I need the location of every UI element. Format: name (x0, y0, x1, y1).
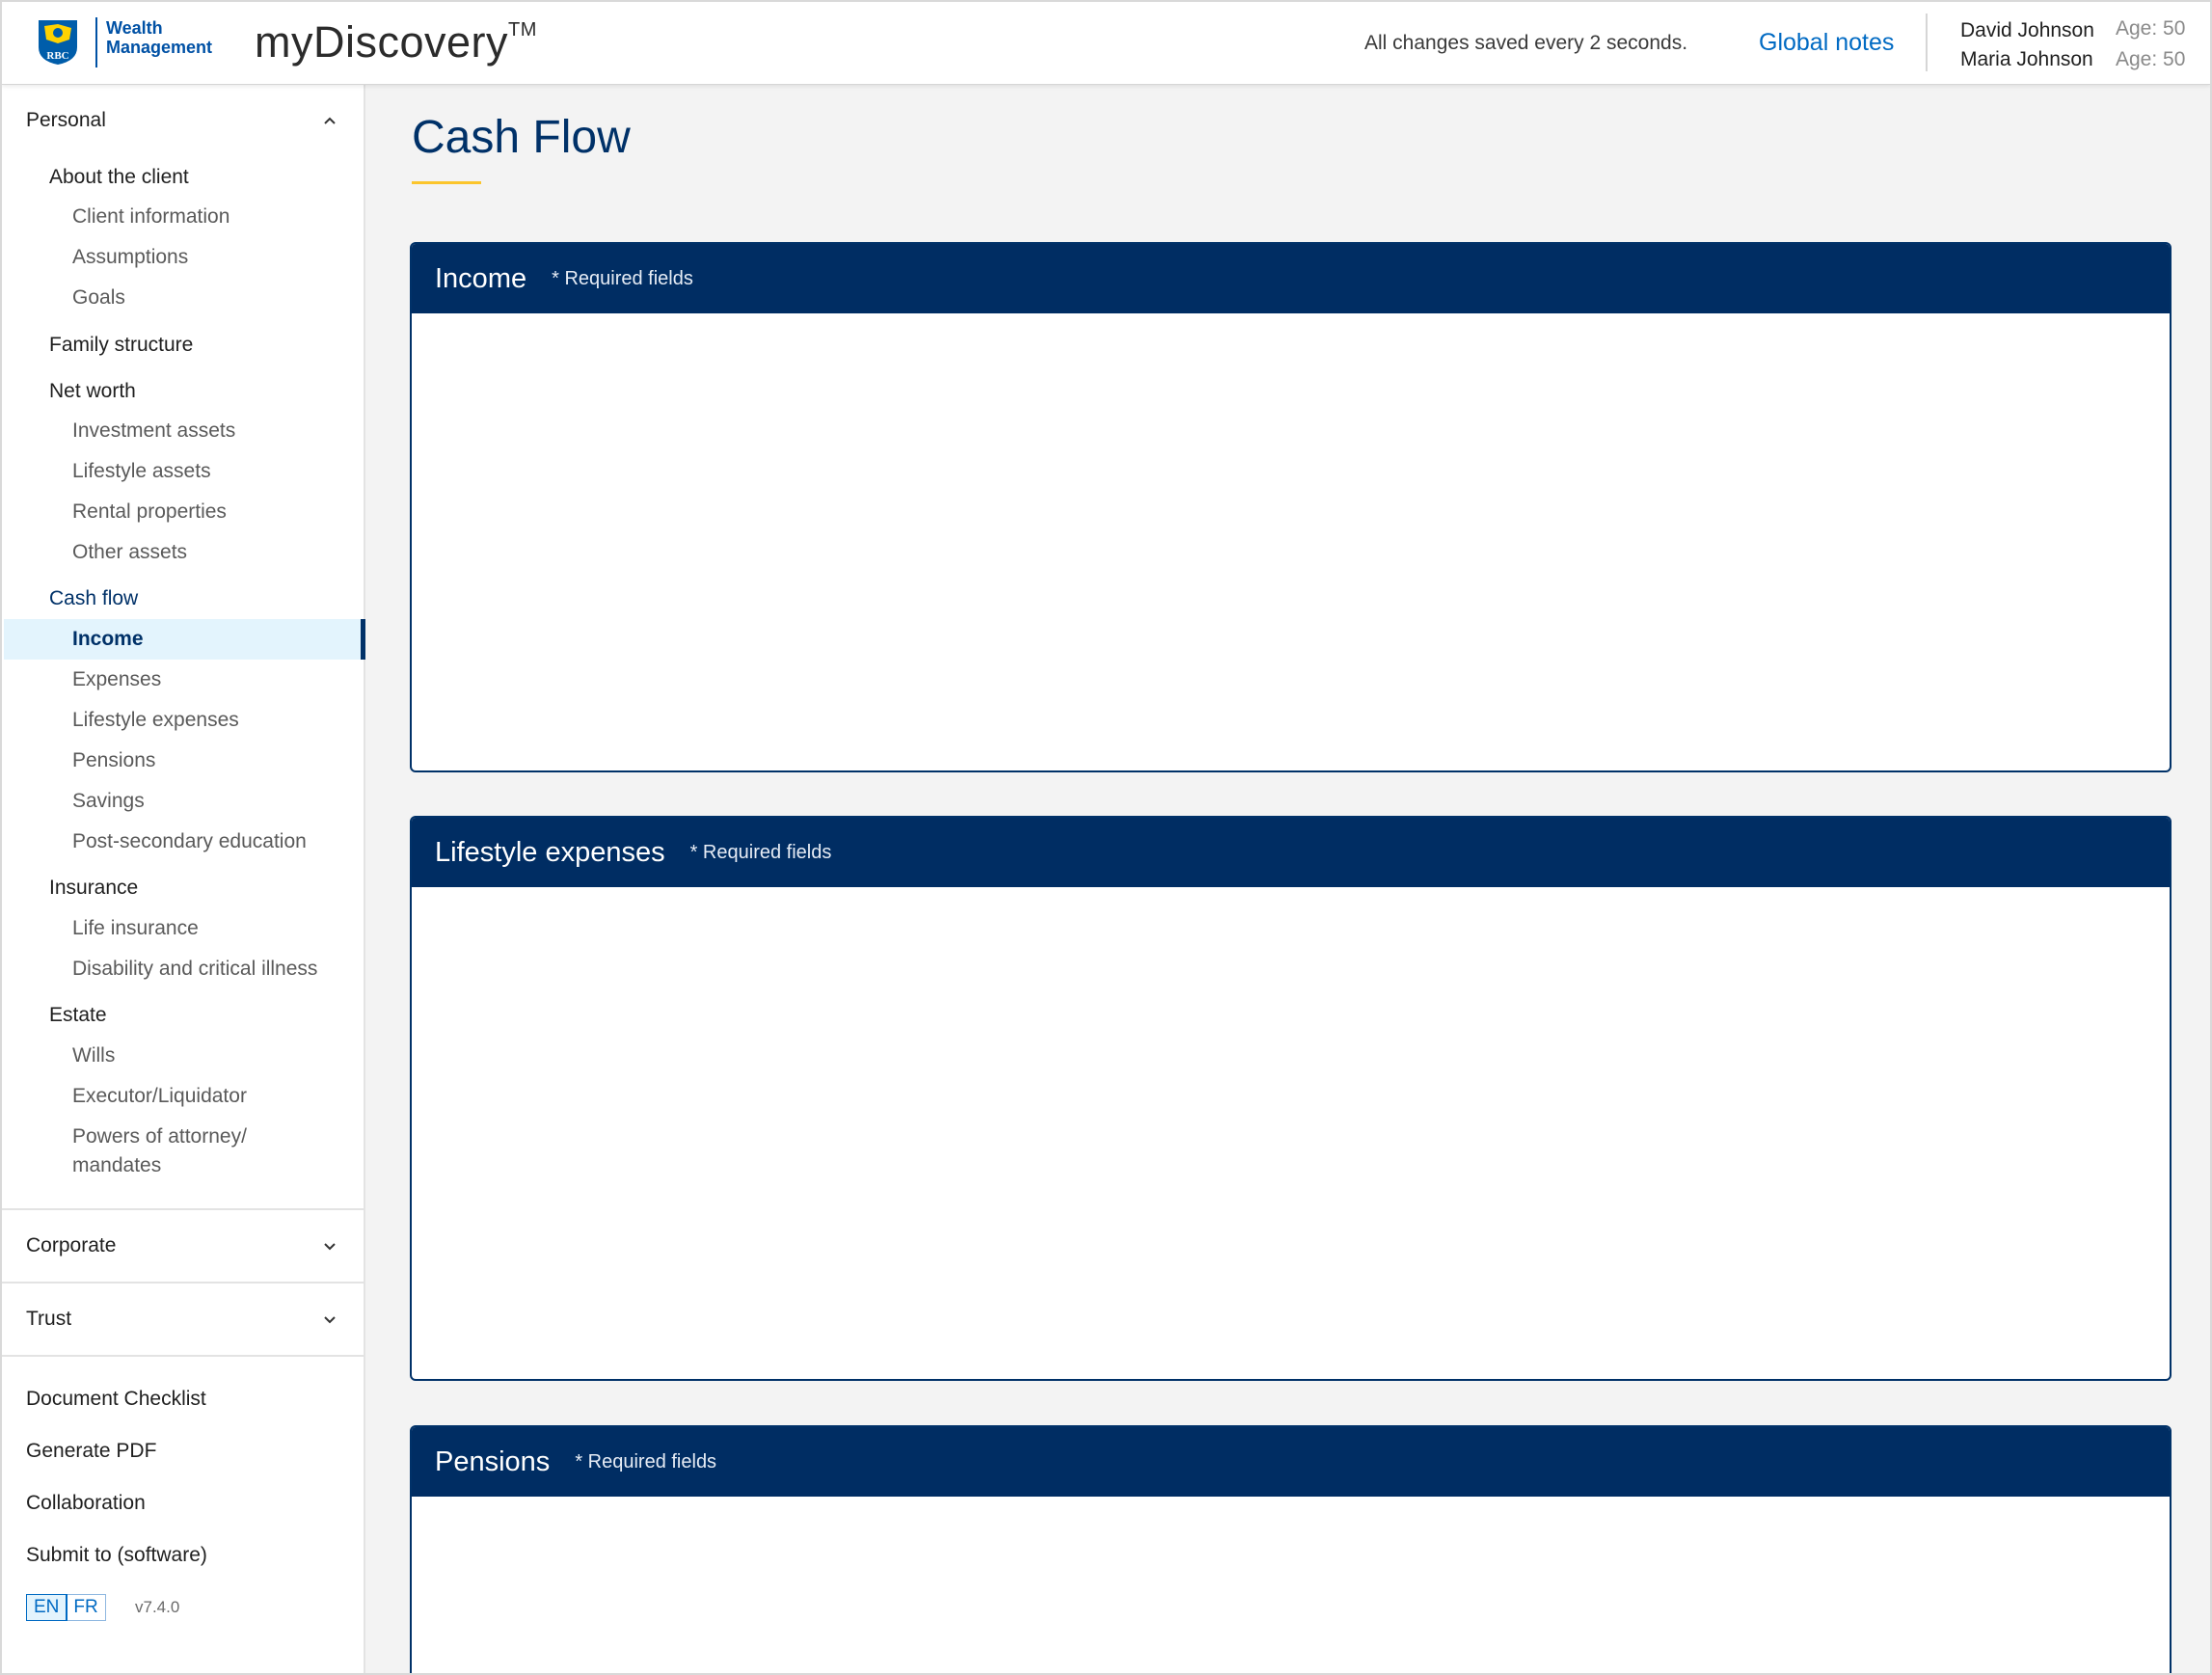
chevron-up-icon[interactable] (320, 111, 339, 130)
lifestyle-expenses-card: Lifestyle expenses * Required fields (410, 816, 2172, 1381)
rbc-logo-text: RBC (46, 50, 68, 62)
sidebar-item-lifestyle-expenses[interactable]: Lifestyle expenses (72, 706, 239, 735)
sidebar-item-lifestyle-assets[interactable]: Lifestyle assets (72, 457, 211, 486)
chevron-down-icon[interactable] (320, 1310, 339, 1329)
sidebar-item-disability[interactable]: Disability and critical illness (72, 955, 317, 984)
app-window: RBC Wealth Management myDiscoveryTM All … (0, 0, 2212, 1675)
sidebar-item-cash-flow[interactable]: Cash flow (49, 587, 138, 610)
required-fields-note: * Required fields (575, 1450, 717, 1472)
logo-divider (95, 17, 97, 68)
sidebar-item-about-the-client[interactable]: About the client (49, 166, 189, 189)
card-header: Income * Required fields (412, 244, 2170, 313)
income-card: Income * Required fields (410, 242, 2172, 772)
sidebar-item-family-structure[interactable]: Family structure (49, 334, 193, 357)
title-underline (412, 181, 481, 184)
sidebar-item-life-insurance[interactable]: Life insurance (72, 914, 199, 943)
lang-en-button[interactable]: EN (25, 1594, 68, 1621)
sidebar-item-investment-assets[interactable]: Investment assets (72, 417, 235, 446)
sidebar-item-insurance[interactable]: Insurance (49, 877, 138, 900)
card-header: Pensions * Required fields (412, 1427, 2170, 1497)
sidebar-item-rental-properties[interactable]: Rental properties (72, 498, 227, 527)
sidebar-item-pensions[interactable]: Pensions (72, 746, 155, 775)
logo-wordmark: Wealth Management (106, 18, 212, 57)
sidebar-item-executor[interactable]: Executor/Liquidator (72, 1082, 247, 1111)
app-title: myDiscoveryTM (255, 17, 537, 68)
card-header: Lifestyle expenses * Required fields (412, 818, 2170, 887)
sidebar-divider (2, 1282, 364, 1283)
version-label: v7.4.0 (135, 1598, 180, 1616)
sidebar-divider (2, 1208, 364, 1210)
chevron-down-icon[interactable] (320, 1236, 339, 1256)
sidebar-item-savings[interactable]: Savings (72, 787, 145, 816)
language-toggle: EN FR (25, 1594, 106, 1621)
sidebar-nav: Personal About the client Client informa… (2, 2, 365, 1673)
sidebar-item-expenses[interactable]: Expenses (72, 665, 161, 694)
sidebar-item-powers-of-attorney[interactable]: Powers of attorney/ mandates (72, 1122, 247, 1180)
client-age-1: Age: 50 (2116, 17, 2186, 40)
sidebar-item-net-worth[interactable]: Net worth (49, 380, 136, 403)
page-title: Cash Flow (412, 112, 631, 163)
sidebar-item-wills[interactable]: Wills (72, 1041, 115, 1070)
sidebar-section-corporate[interactable]: Corporate (26, 1234, 116, 1257)
card-title: Lifestyle expenses (435, 836, 665, 868)
sidebar-item-estate[interactable]: Estate (49, 1004, 107, 1027)
client-name-1: David Johnson (1960, 19, 2094, 41)
sidebar-item-goals[interactable]: Goals (72, 284, 125, 312)
client-age-2: Age: 50 (2116, 48, 2186, 70)
generate-pdf-link[interactable]: Generate PDF (26, 1440, 156, 1463)
required-fields-note: * Required fields (689, 841, 832, 863)
powers-line-1: Powers of attorney/ (72, 1125, 247, 1148)
global-notes-link[interactable]: Global notes (1759, 29, 1894, 57)
sidebar-item-post-secondary-education[interactable]: Post-secondary education (72, 827, 307, 856)
card-title: Income (435, 262, 527, 294)
card-title: Pensions (435, 1445, 551, 1477)
collaboration-link[interactable]: Collaboration (26, 1492, 146, 1515)
sidebar-section-trust[interactable]: Trust (26, 1308, 71, 1331)
logo-line-1: Wealth (106, 18, 163, 38)
header-divider (1926, 14, 1928, 71)
pensions-card: Pensions * Required fields (410, 1425, 2172, 1673)
logo-line-2: Management (106, 38, 213, 57)
trademark: TM (508, 19, 537, 41)
sidebar-section-personal[interactable]: Personal (26, 109, 106, 132)
sidebar-item-assumptions[interactable]: Assumptions (72, 243, 188, 272)
powers-line-2: mandates (72, 1154, 162, 1176)
top-header: RBC Wealth Management myDiscoveryTM All … (2, 2, 2210, 85)
app-name: myDiscovery (255, 17, 509, 67)
required-fields-note: * Required fields (552, 267, 693, 289)
sidebar-selected-highlight (4, 619, 365, 660)
sidebar-divider (2, 1355, 364, 1357)
sidebar-item-other-assets[interactable]: Other assets (72, 538, 187, 567)
save-status: All changes saved every 2 seconds. (1364, 32, 1688, 54)
rbc-logo-icon[interactable]: RBC (37, 18, 79, 67)
document-checklist-link[interactable]: Document Checklist (26, 1388, 206, 1411)
client-name-2: Maria Johnson (1960, 48, 2093, 70)
sidebar-item-client-information[interactable]: Client information (72, 203, 229, 231)
submit-link[interactable]: Submit to (software) (26, 1544, 207, 1567)
sidebar-item-income[interactable]: Income (72, 625, 144, 654)
lang-fr-button[interactable]: FR (67, 1595, 104, 1620)
